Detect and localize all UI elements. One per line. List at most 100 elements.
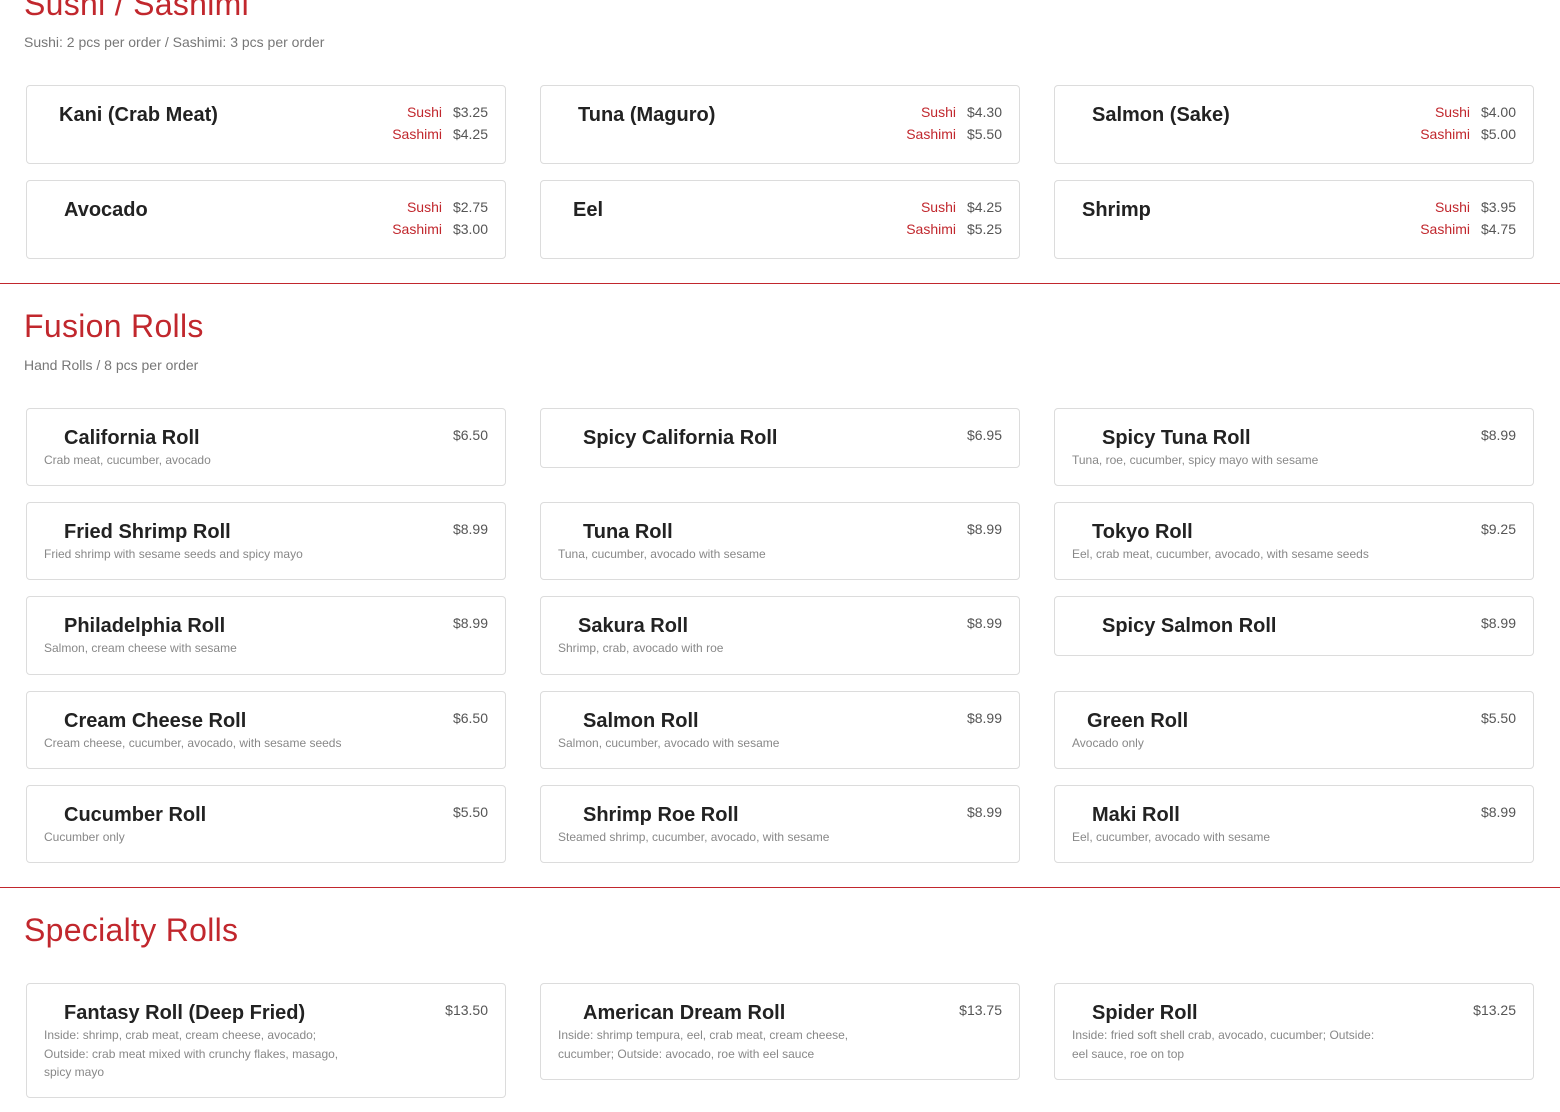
sashimi-label: Sashimi xyxy=(1420,221,1470,237)
item-description: Crab meat, cucumber, avocado xyxy=(44,453,211,467)
item-description: Salmon, cucumber, avocado with sesame xyxy=(558,736,780,750)
menu-item-card[interactable]: Shrimp Roe Roll $8.99 Steamed shrimp, cu… xyxy=(540,785,1020,863)
item-price: $8.99 xyxy=(966,804,1002,820)
section-title: Specialty Rolls xyxy=(24,912,239,948)
menu-item-card[interactable]: Philadelphia Roll $8.99 Salmon, cream ch… xyxy=(26,596,506,675)
sushi-label: Sushi xyxy=(406,104,442,120)
sashimi-price-row: Sashimi $5.25 xyxy=(906,221,1002,237)
menu-item-card[interactable]: Spider Roll $13.25 Inside: fried soft sh… xyxy=(1054,983,1534,1080)
item-description: Tuna, roe, cucumber, spicy mayo with ses… xyxy=(1072,453,1319,467)
sushi-price: $3.25 xyxy=(452,104,488,120)
sashimi-label: Sashimi xyxy=(392,221,442,237)
menu-page: Sushi / Sashimi Sushi: 2 pcs per order /… xyxy=(0,0,1560,1112)
menu-item-card[interactable]: Green Roll $5.50 Avocado only xyxy=(1054,691,1534,769)
sushi-label: Sushi xyxy=(920,104,956,120)
menu-item-card[interactable]: Shrimp Sushi $3.95 Sashimi $4.75 xyxy=(1054,180,1534,259)
menu-item-card[interactable]: Fantasy Roll (Deep Fried) $13.50 Inside:… xyxy=(26,983,506,1098)
menu-item-card[interactable]: Spicy California Roll $6.95 xyxy=(540,408,1020,468)
menu-item-card[interactable]: Salmon Roll $8.99 Salmon, cucumber, avoc… xyxy=(540,691,1020,769)
section-sushi-sashimi: Sushi / Sashimi Sushi: 2 pcs per order /… xyxy=(0,0,1560,284)
item-description: Inside: shrimp, crab meat, cream cheese,… xyxy=(44,1028,339,1079)
sushi-price: $2.75 xyxy=(452,199,488,215)
menu-item-card[interactable]: Kani (Crab Meat) Sushi $3.25 Sashimi $4.25 xyxy=(26,85,506,164)
section-subtitle: Sushi: 2 pcs per order / Sashimi: 3 pcs … xyxy=(24,34,325,50)
item-name: Spicy California Roll xyxy=(583,427,778,449)
item-description: Steamed shrimp, cucumber, avocado, with … xyxy=(558,830,830,844)
item-name: Fried Shrimp Roll xyxy=(64,521,231,543)
item-description: Eel, crab meat, cucumber, avocado, with … xyxy=(1072,547,1369,561)
menu-item-card[interactable]: Spicy Tuna Roll $8.99 Tuna, roe, cucumbe… xyxy=(1054,408,1534,486)
item-price: $6.50 xyxy=(452,427,488,443)
item-price: $13.75 xyxy=(959,1002,1002,1018)
item-name: Tokyo Roll xyxy=(1092,521,1193,543)
section-subtitle: Hand Rolls / 8 pcs per order xyxy=(24,357,199,373)
menu-item-card[interactable]: Salmon (Sake) Sushi $4.00 Sashimi $5.00 xyxy=(1054,85,1534,164)
item-name: Cucumber Roll xyxy=(64,804,207,826)
sushi-price-row: Sushi $3.95 xyxy=(1435,199,1516,215)
item-name: Cream Cheese Roll xyxy=(64,710,247,732)
item-price: $6.95 xyxy=(966,427,1002,443)
item-name: Spicy Salmon Roll xyxy=(1102,615,1277,637)
item-price: $6.50 xyxy=(452,710,488,726)
sashimi-price-row: Sashimi $4.75 xyxy=(1420,221,1516,237)
sushi-label: Sushi xyxy=(920,199,956,215)
menu-item-card[interactable]: Avocado Sushi $2.75 Sashimi $3.00 xyxy=(26,180,506,259)
item-name: Salmon (Sake) xyxy=(1092,104,1230,126)
section-fusion-rolls: Fusion Rolls Hand Rolls / 8 pcs per orde… xyxy=(0,284,1560,887)
sashimi-label: Sashimi xyxy=(392,126,442,142)
item-price: $8.99 xyxy=(452,521,488,537)
item-name: Salmon Roll xyxy=(583,710,699,732)
menu-item-card[interactable]: Sakura Roll $8.99 Shrimp, crab, avocado … xyxy=(540,596,1020,675)
menu-item-card[interactable]: American Dream Roll $13.75 Inside: shrim… xyxy=(540,983,1020,1080)
sashimi-price-row: Sashimi $5.50 xyxy=(906,126,1002,142)
sushi-price: $4.25 xyxy=(966,199,1002,215)
item-name: Avocado xyxy=(64,199,148,221)
item-description: Eel, cucumber, avocado with sesame xyxy=(1072,830,1271,844)
sashimi-price: $4.25 xyxy=(452,126,488,142)
menu-item-card[interactable]: Tuna Roll $8.99 Tuna, cucumber, avocado … xyxy=(540,502,1020,580)
sashimi-label: Sashimi xyxy=(1420,126,1470,142)
sashimi-price: $5.50 xyxy=(966,126,1002,142)
item-name: American Dream Roll xyxy=(583,1002,786,1024)
item-name: Tuna (Maguro) xyxy=(578,104,716,126)
item-name: Fantasy Roll (Deep Fried) xyxy=(64,1002,306,1024)
item-name: Shrimp Roe Roll xyxy=(583,804,739,826)
item-price: $8.99 xyxy=(966,615,1002,631)
sushi-price: $3.95 xyxy=(1480,199,1516,215)
item-price: $8.99 xyxy=(1480,615,1516,631)
sashimi-price-row: Sashimi $5.00 xyxy=(1420,126,1516,142)
sashimi-price: $3.00 xyxy=(452,221,488,237)
menu-item-card[interactable]: Cucumber Roll $5.50 Cucumber only xyxy=(26,785,506,863)
menu-item-card[interactable]: Tokyo Roll $9.25 Eel, crab meat, cucumbe… xyxy=(1054,502,1534,580)
section-title: Fusion Rolls xyxy=(24,308,204,344)
section-specialty-rolls: Specialty Rolls Fantasy Roll (Deep Fried… xyxy=(0,888,1560,1112)
item-price: $9.25 xyxy=(1480,521,1516,537)
menu-item-card[interactable]: Spicy Salmon Roll $8.99 xyxy=(1054,596,1534,656)
item-name: Shrimp xyxy=(1082,199,1151,221)
menu-item-card[interactable]: Eel Sushi $4.25 Sashimi $5.25 xyxy=(540,180,1020,259)
sashimi-price: $5.25 xyxy=(966,221,1002,237)
item-price: $8.99 xyxy=(1480,804,1516,820)
item-price: $5.50 xyxy=(1480,710,1516,726)
item-description: Inside: fried soft shell crab, avocado, … xyxy=(1072,1028,1375,1061)
menu-item-card[interactable]: Tuna (Maguro) Sushi $4.30 Sashimi $5.50 xyxy=(540,85,1020,164)
item-description: Salmon, cream cheese with sesame xyxy=(44,641,237,655)
sashimi-price: $5.00 xyxy=(1480,126,1516,142)
menu-item-card[interactable]: Maki Roll $8.99 Eel, cucumber, avocado w… xyxy=(1054,785,1534,863)
item-price: $5.50 xyxy=(452,804,488,820)
menu-item-card[interactable]: Cream Cheese Roll $6.50 Cream cheese, cu… xyxy=(26,691,506,769)
sushi-price-row: Sushi $4.25 xyxy=(921,199,1002,215)
item-price: $8.99 xyxy=(452,615,488,631)
sashimi-price: $4.75 xyxy=(1480,221,1516,237)
item-name: Kani (Crab Meat) xyxy=(59,104,218,126)
menu-item-card[interactable]: California Roll $6.50 Crab meat, cucumbe… xyxy=(26,408,506,486)
menu-item-card[interactable]: Fried Shrimp Roll $8.99 Fried shrimp wit… xyxy=(26,502,506,580)
sushi-price: $4.00 xyxy=(1480,104,1516,120)
item-description: Cream cheese, cucumber, avocado, with se… xyxy=(44,736,342,750)
item-name: Eel xyxy=(573,199,604,221)
item-name: Tuna Roll xyxy=(583,521,673,543)
item-name: Spider Roll xyxy=(1092,1002,1198,1024)
item-name: Spicy Tuna Roll xyxy=(1102,427,1251,449)
item-description: Tuna, cucumber, avocado with sesame xyxy=(558,547,766,561)
item-description: Shrimp, crab, avocado with roe xyxy=(558,641,724,655)
